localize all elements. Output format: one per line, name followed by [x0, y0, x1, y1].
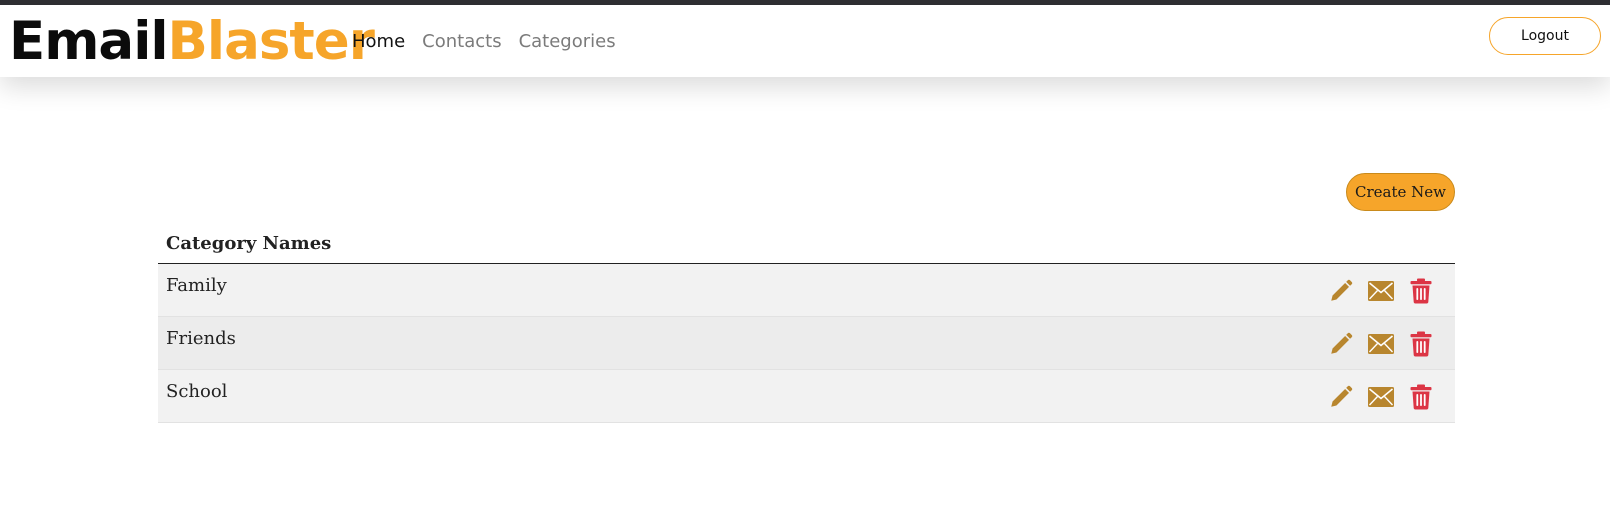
- category-name: Family: [166, 275, 227, 296]
- envelope-icon: [1368, 334, 1394, 354]
- email-button[interactable]: [1367, 277, 1395, 305]
- category-name: Friends: [166, 328, 236, 349]
- nav-link-categories[interactable]: Categories: [519, 31, 616, 52]
- delete-button[interactable]: [1407, 277, 1435, 305]
- table-row: Family: [158, 264, 1455, 317]
- nav-link-home[interactable]: Home: [352, 31, 405, 52]
- trash-icon: [1410, 278, 1432, 304]
- trash-icon: [1410, 384, 1432, 410]
- brand-part-blaster: Blaster: [167, 11, 375, 72]
- delete-button[interactable]: [1407, 383, 1435, 411]
- edit-button[interactable]: [1327, 277, 1355, 305]
- table-body: Family Friends School: [158, 264, 1455, 423]
- trash-icon: [1410, 331, 1432, 357]
- edit-button[interactable]: [1327, 383, 1355, 411]
- brand-logo[interactable]: Email Blaster: [9, 11, 375, 73]
- row-actions: [1315, 383, 1435, 411]
- edit-button[interactable]: [1327, 330, 1355, 358]
- column-header-category-names: Category Names: [166, 232, 332, 254]
- envelope-icon: [1368, 387, 1394, 407]
- pencil-icon: [1331, 279, 1353, 301]
- logout-button[interactable]: Logout: [1489, 17, 1601, 55]
- row-actions: [1315, 277, 1435, 305]
- table-row: Friends: [158, 317, 1455, 370]
- pencil-icon: [1331, 332, 1353, 354]
- envelope-icon: [1368, 281, 1394, 301]
- email-button[interactable]: [1367, 383, 1395, 411]
- categories-table: Category Names Family Friends School: [158, 223, 1455, 423]
- row-actions: [1315, 330, 1435, 358]
- email-button[interactable]: [1367, 330, 1395, 358]
- nav-link-contacts[interactable]: Contacts: [422, 31, 501, 52]
- create-new-button[interactable]: Create New: [1346, 173, 1455, 211]
- delete-button[interactable]: [1407, 330, 1435, 358]
- category-name: School: [166, 381, 228, 402]
- navbar: Email Blaster Home Contacts Categories Lo…: [0, 5, 1610, 77]
- nav-links: Home Contacts Categories: [352, 5, 633, 77]
- brand-part-email: Email: [9, 11, 169, 72]
- pencil-icon: [1331, 385, 1353, 407]
- table-header: Category Names: [158, 223, 1455, 264]
- table-row: School: [158, 370, 1455, 423]
